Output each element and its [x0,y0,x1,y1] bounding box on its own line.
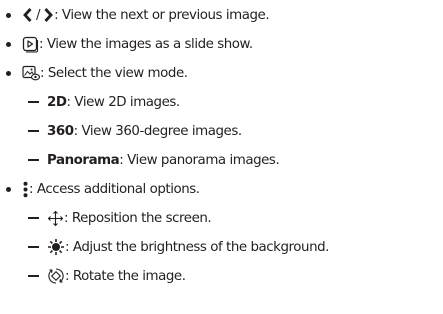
dash [28,217,39,219]
dash [28,101,39,103]
view-mode-text: : View panorama images. [119,152,280,168]
item-navigate: / : View the next or previous image. [0,4,270,26]
view-mode-label: 2D [47,94,67,110]
more-options-icon [22,181,29,198]
option-rotate: : Rotate the image. [0,265,186,287]
item-more-options-text: : Access additional options. [29,181,200,197]
move-arrows-icon [47,210,64,227]
dash [28,159,39,161]
item-slideshow: : View the images as a slide show. [0,33,253,55]
option-brightness-text: : Adjust the brightness of the backgroun… [65,239,329,255]
view-mode-text: : View 360-degree images. [73,123,243,139]
view-mode-panorama: Panorama : View panorama images. [0,149,280,171]
chevron-right-icon [43,7,54,23]
chevron-left-icon [22,7,33,23]
view-mode-icon [22,65,40,81]
option-reposition-text: : Reposition the screen. [64,210,212,226]
bullet [6,12,11,18]
view-mode-360: 360 : View 360-degree images. [0,120,242,142]
dash [28,246,39,248]
item-view-mode: : Select the view mode. [0,62,188,84]
view-mode-label: 360 [47,123,74,139]
bullet [6,41,11,47]
separator: / [36,7,41,23]
dash [28,130,39,132]
option-brightness: : Adjust the brightness of the backgroun… [0,236,329,258]
view-mode-text: : View 2D images. [66,94,181,110]
view-mode-2d: 2D : View 2D images. [0,91,180,113]
item-more-options: : Access additional options. [0,178,200,200]
item-navigate-text: : View the next or previous image. [54,7,270,23]
item-slideshow-text: : View the images as a slide show. [39,36,253,52]
item-view-mode-text: : Select the view mode. [40,65,188,81]
view-mode-label: Panorama [47,152,120,168]
dash [28,275,39,277]
bullet [6,186,11,192]
bullet [6,70,11,76]
option-reposition: : Reposition the screen. [0,207,212,229]
rotate-icon [47,267,65,285]
option-rotate-text: : Rotate the image. [65,268,186,284]
slideshow-icon [22,36,39,53]
brightness-icon [47,238,65,256]
